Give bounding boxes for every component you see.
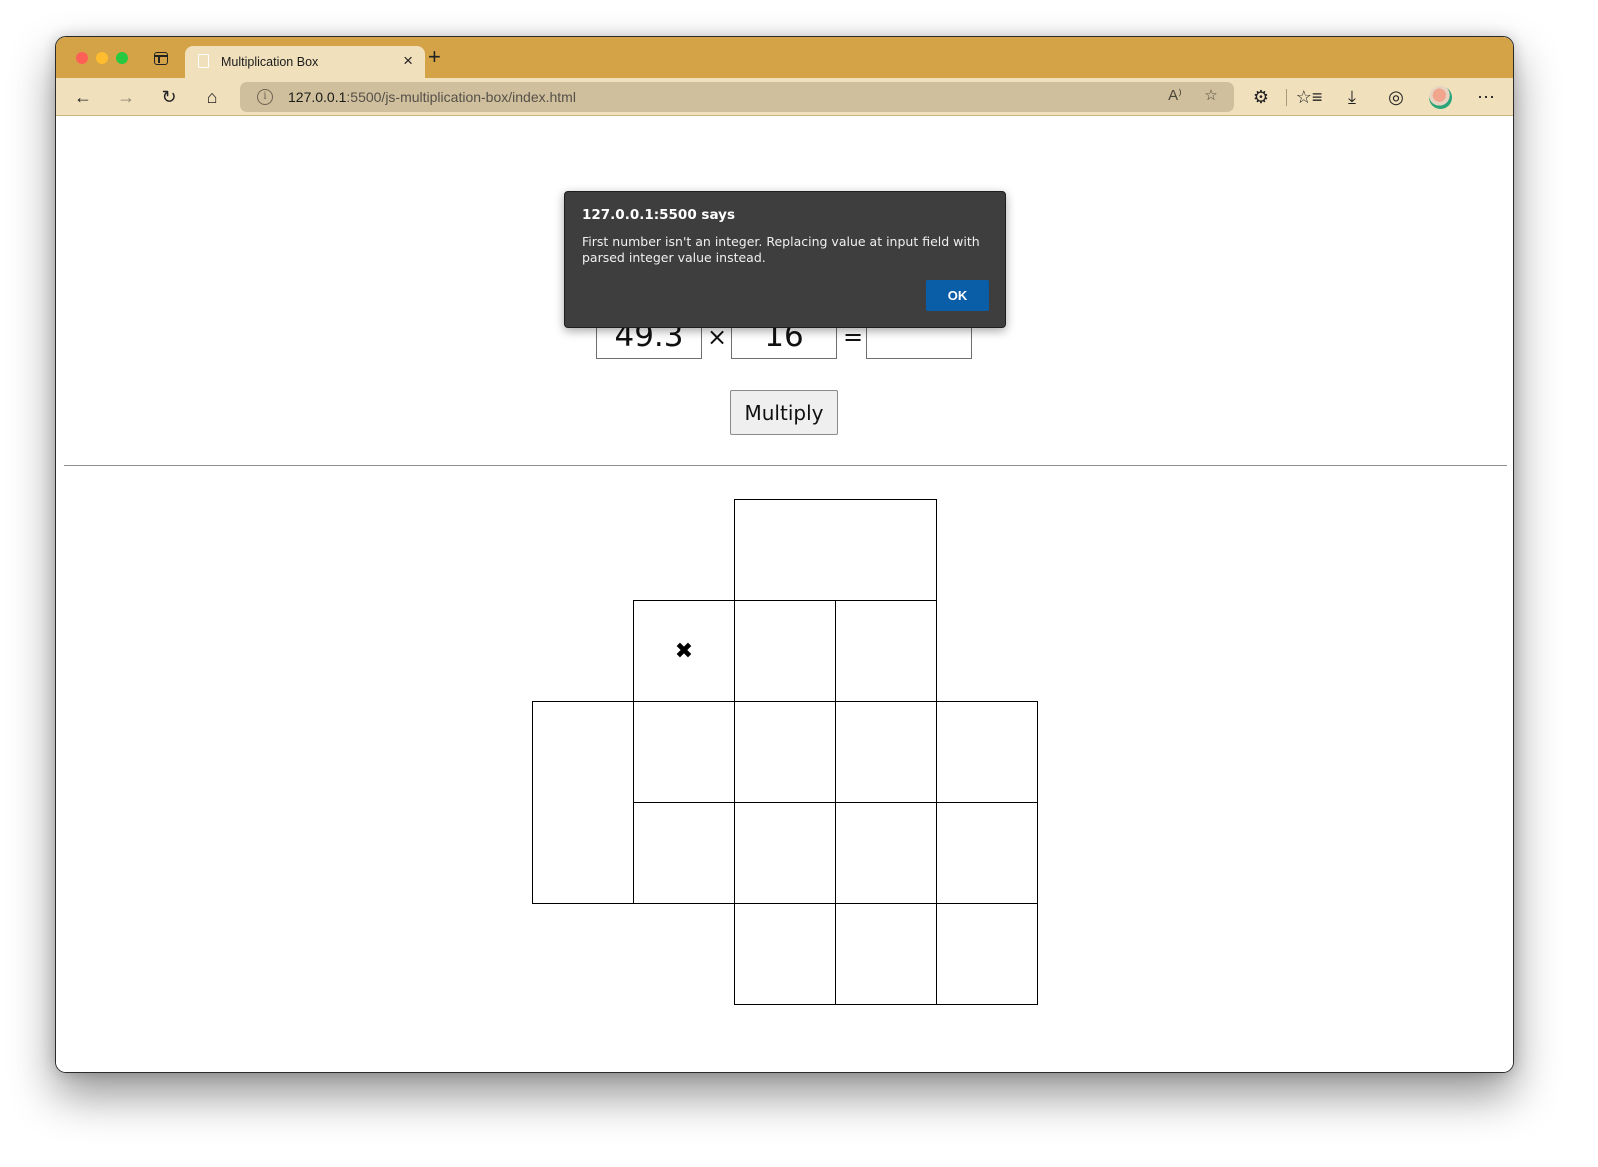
toolbar-divider xyxy=(1286,89,1287,106)
address-bar[interactable]: i 127.0.0.1:5500/js-multiplication-box/i… xyxy=(240,82,1234,112)
grid-cell xyxy=(734,802,836,904)
grid-cell xyxy=(835,701,937,803)
page-icon xyxy=(198,54,209,68)
browser-toolbar: ← → ↻ ⌂ i 127.0.0.1:5500/js-multiplicati… xyxy=(56,78,1513,116)
grid-cell xyxy=(936,701,1038,803)
grid-cell xyxy=(633,802,735,904)
grid-cell xyxy=(835,600,937,702)
multiply-button[interactable]: Multiply xyxy=(730,390,838,435)
grid-cell xyxy=(734,499,937,601)
url-host: 127.0.0.1 xyxy=(288,89,347,105)
profile-avatar[interactable] xyxy=(1429,86,1452,109)
grid-cell xyxy=(734,903,836,1005)
screenshot-icon[interactable]: ◎ xyxy=(1383,84,1409,110)
grid-cell xyxy=(734,600,836,702)
browser-window: Multiplication Box × + ← → ↻ ⌂ i 127.0.0… xyxy=(55,36,1514,1073)
close-tab-icon[interactable]: × xyxy=(403,51,413,71)
tab-active[interactable]: Multiplication Box × xyxy=(185,46,425,79)
minimize-window-button[interactable] xyxy=(96,52,108,64)
grid-cell xyxy=(633,701,735,803)
home-icon[interactable]: ⌂ xyxy=(199,84,225,110)
grid-cell xyxy=(936,903,1038,1005)
new-tab-button[interactable]: + xyxy=(428,44,441,70)
back-icon[interactable]: ← xyxy=(70,84,96,110)
url-text[interactable]: 127.0.0.1:5500/js-multiplication-box/ind… xyxy=(288,89,576,105)
grid-cell xyxy=(532,701,634,904)
grid-cell xyxy=(936,802,1038,904)
downloads-icon[interactable]: ⤓ xyxy=(1339,84,1365,110)
tab-title: Multiplication Box xyxy=(221,55,319,69)
grid-cell xyxy=(734,701,836,803)
more-menu-icon[interactable]: ⋯ xyxy=(1473,84,1499,110)
divider-line xyxy=(64,465,1507,466)
grid-operator-cell: ✖ xyxy=(633,600,735,702)
favorites-icon[interactable]: ☆≡ xyxy=(1296,84,1323,110)
grid-cell xyxy=(835,802,937,904)
tab-strip: Multiplication Box × + xyxy=(56,37,1513,79)
tab-actions-icon[interactable] xyxy=(154,52,168,65)
extensions-icon[interactable]: ⚙ xyxy=(1248,84,1274,110)
url-path: :5500/js-multiplication-box/index.html xyxy=(346,89,576,105)
alert-dialog: 127.0.0.1:5500 says First number isn't a… xyxy=(564,191,1006,328)
read-aloud-icon[interactable]: A⁾ xyxy=(1164,86,1186,104)
dialog-title: 127.0.0.1:5500 says xyxy=(582,207,735,223)
grid-cell xyxy=(835,903,937,1005)
maximize-window-button[interactable] xyxy=(116,52,128,64)
add-favorite-icon[interactable]: ☆ xyxy=(1200,86,1222,104)
page-content: Multiplies 2–digit numbers together. × =… xyxy=(56,117,1513,1072)
close-window-button[interactable] xyxy=(76,52,88,64)
dialog-ok-button[interactable]: OK xyxy=(926,280,989,311)
dialog-message: First number isn't an integer. Replacing… xyxy=(582,234,980,265)
site-info-icon[interactable]: i xyxy=(257,89,273,105)
forward-icon[interactable]: → xyxy=(113,84,139,110)
reload-icon[interactable]: ↻ xyxy=(156,84,182,110)
